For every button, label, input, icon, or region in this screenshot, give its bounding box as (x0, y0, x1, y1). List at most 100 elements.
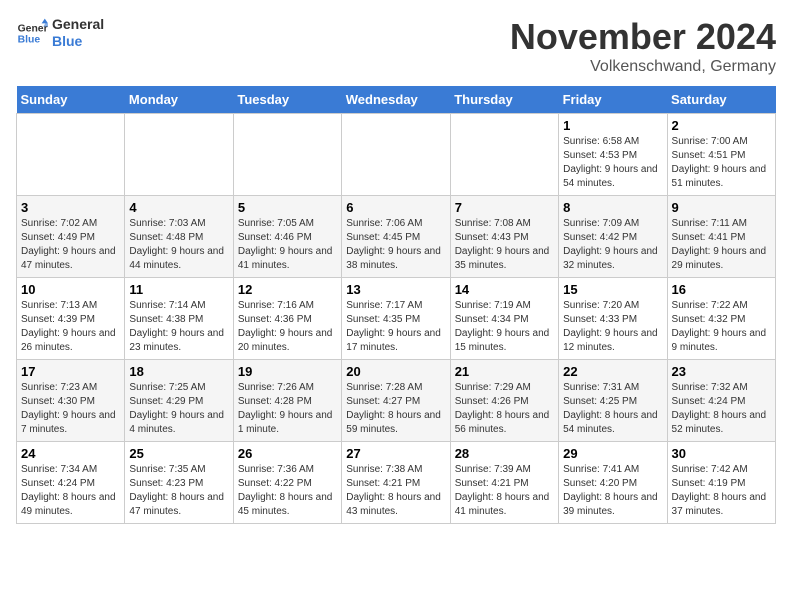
day-number: 23 (672, 364, 771, 379)
calendar-cell: 26 Sunrise: 7:36 AMSunset: 4:22 PMDayligh… (233, 442, 341, 524)
day-info: Sunrise: 7:08 AMSunset: 4:43 PMDaylight:… (455, 217, 554, 273)
day-number: 18 (129, 364, 228, 379)
calendar-cell: 10Sunrise: 7:13 AMSunset: 4:39 PMDayligh… (17, 278, 125, 360)
calendar-cell: 16Sunrise: 7:22 AMSunset: 4:32 PMDayligh… (667, 278, 775, 360)
day-info: Sunrise: 7:23 AMSunset: 4:30 PMDaylight:… (21, 381, 120, 437)
calendar-cell: 24 Sunrise: 7:34 AMSunset: 4:24 PMDayligh… (17, 442, 125, 524)
day-number: 12 (238, 282, 337, 297)
title-area: November 2024 Volkenschwand, Germany (510, 16, 776, 76)
day-number: 8 (563, 200, 662, 215)
svg-text:Blue: Blue (18, 34, 41, 45)
day-number: 15 (563, 282, 662, 297)
day-info: Sunrise: 7:34 AMSunset: 4:24 PMDaylight:… (21, 463, 120, 519)
day-info: Sunrise: 6:58 AMSunset: 4:53 PMDaylight:… (563, 135, 662, 191)
day-number: 1 (563, 118, 662, 133)
day-number: 28 (455, 446, 554, 461)
logo-icon: General Blue (16, 17, 48, 49)
day-info: Sunrise: 7:31 AMSunset: 4:25 PMDaylight:… (563, 381, 662, 437)
day-number: 24 (21, 446, 120, 461)
header: General Blue General Blue November 2024 … (16, 16, 776, 76)
day-number: 5 (238, 200, 337, 215)
calendar-week-row: 1 Sunrise: 6:58 AMSunset: 4:53 PMDaylight… (17, 114, 776, 196)
day-number: 14 (455, 282, 554, 297)
calendar-cell: 15Sunrise: 7:20 AMSunset: 4:33 PMDayligh… (559, 278, 667, 360)
day-info: Sunrise: 7:29 AMSunset: 4:26 PMDaylight:… (455, 381, 554, 437)
calendar-cell: 14 Sunrise: 7:19 AMSunset: 4:34 PMDayligh… (450, 278, 558, 360)
day-number: 21 (455, 364, 554, 379)
day-number: 26 (238, 446, 337, 461)
day-header: Saturday (667, 86, 775, 114)
calendar-cell (17, 114, 125, 196)
calendar-cell: 29Sunrise: 7:41 AMSunset: 4:20 PMDayligh… (559, 442, 667, 524)
day-header: Wednesday (342, 86, 450, 114)
day-info: Sunrise: 7:38 AMSunset: 4:21 PMDaylight:… (346, 463, 445, 519)
day-info: Sunrise: 7:32 AMSunset: 4:24 PMDaylight:… (672, 381, 771, 437)
day-info: Sunrise: 7:42 AMSunset: 4:19 PMDaylight:… (672, 463, 771, 519)
day-number: 2 (672, 118, 771, 133)
day-number: 17 (21, 364, 120, 379)
calendar-table: SundayMondayTuesdayWednesdayThursdayFrid… (16, 86, 776, 524)
day-number: 13 (346, 282, 445, 297)
logo-line2: Blue (52, 33, 104, 50)
day-info: Sunrise: 7:25 AMSunset: 4:29 PMDaylight:… (129, 381, 228, 437)
calendar-cell: 20Sunrise: 7:28 AMSunset: 4:27 PMDayligh… (342, 360, 450, 442)
day-info: Sunrise: 7:39 AMSunset: 4:21 PMDaylight:… (455, 463, 554, 519)
day-number: 29 (563, 446, 662, 461)
calendar-cell: 9Sunrise: 7:11 AMSunset: 4:41 PMDaylight… (667, 196, 775, 278)
logo-line1: General (52, 16, 104, 33)
calendar-cell: 17 Sunrise: 7:23 AMSunset: 4:30 PMDayligh… (17, 360, 125, 442)
day-info: Sunrise: 7:19 AMSunset: 4:34 PMDaylight:… (455, 299, 554, 355)
day-number: 6 (346, 200, 445, 215)
day-info: Sunrise: 7:06 AMSunset: 4:45 PMDaylight:… (346, 217, 445, 273)
day-info: Sunrise: 7:09 AMSunset: 4:42 PMDaylight:… (563, 217, 662, 273)
calendar-week-row: 10Sunrise: 7:13 AMSunset: 4:39 PMDayligh… (17, 278, 776, 360)
calendar-cell: 21 Sunrise: 7:29 AMSunset: 4:26 PMDayligh… (450, 360, 558, 442)
day-number: 22 (563, 364, 662, 379)
calendar-cell: 18 Sunrise: 7:25 AMSunset: 4:29 PMDayligh… (125, 360, 233, 442)
header-row: SundayMondayTuesdayWednesdayThursdayFrid… (17, 86, 776, 114)
day-number: 9 (672, 200, 771, 215)
day-header: Friday (559, 86, 667, 114)
day-info: Sunrise: 7:05 AMSunset: 4:46 PMDaylight:… (238, 217, 337, 273)
calendar-week-row: 17 Sunrise: 7:23 AMSunset: 4:30 PMDayligh… (17, 360, 776, 442)
calendar-cell: 1 Sunrise: 6:58 AMSunset: 4:53 PMDaylight… (559, 114, 667, 196)
day-number: 7 (455, 200, 554, 215)
calendar-cell (450, 114, 558, 196)
day-header: Sunday (17, 86, 125, 114)
calendar-cell: 7 Sunrise: 7:08 AMSunset: 4:43 PMDaylight… (450, 196, 558, 278)
calendar-cell: 25 Sunrise: 7:35 AMSunset: 4:23 PMDayligh… (125, 442, 233, 524)
calendar-week-row: 24 Sunrise: 7:34 AMSunset: 4:24 PMDayligh… (17, 442, 776, 524)
day-info: Sunrise: 7:36 AMSunset: 4:22 PMDaylight:… (238, 463, 337, 519)
calendar-cell: 2Sunrise: 7:00 AMSunset: 4:51 PMDaylight… (667, 114, 775, 196)
day-header: Monday (125, 86, 233, 114)
calendar-cell: 6 Sunrise: 7:06 AMSunset: 4:45 PMDaylight… (342, 196, 450, 278)
calendar-cell: 13 Sunrise: 7:17 AMSunset: 4:35 PMDayligh… (342, 278, 450, 360)
calendar-cell: 27Sunrise: 7:38 AMSunset: 4:21 PMDayligh… (342, 442, 450, 524)
calendar-cell: 11Sunrise: 7:14 AMSunset: 4:38 PMDayligh… (125, 278, 233, 360)
calendar-cell: 19Sunrise: 7:26 AMSunset: 4:28 PMDayligh… (233, 360, 341, 442)
day-info: Sunrise: 7:13 AMSunset: 4:39 PMDaylight:… (21, 299, 120, 355)
calendar-cell: 12 Sunrise: 7:16 AMSunset: 4:36 PMDayligh… (233, 278, 341, 360)
calendar-cell: 8 Sunrise: 7:09 AMSunset: 4:42 PMDaylight… (559, 196, 667, 278)
day-info: Sunrise: 7:17 AMSunset: 4:35 PMDaylight:… (346, 299, 445, 355)
day-info: Sunrise: 7:35 AMSunset: 4:23 PMDaylight:… (129, 463, 228, 519)
day-number: 4 (129, 200, 228, 215)
day-info: Sunrise: 7:26 AMSunset: 4:28 PMDaylight:… (238, 381, 337, 437)
day-number: 25 (129, 446, 228, 461)
day-header: Thursday (450, 86, 558, 114)
day-info: Sunrise: 7:28 AMSunset: 4:27 PMDaylight:… (346, 381, 445, 437)
day-number: 3 (21, 200, 120, 215)
calendar-cell: 3Sunrise: 7:02 AMSunset: 4:49 PMDaylight… (17, 196, 125, 278)
calendar-cell: 5 Sunrise: 7:05 AMSunset: 4:46 PMDaylight… (233, 196, 341, 278)
calendar-cell: 23 Sunrise: 7:32 AMSunset: 4:24 PMDayligh… (667, 360, 775, 442)
calendar-cell: 28 Sunrise: 7:39 AMSunset: 4:21 PMDayligh… (450, 442, 558, 524)
day-info: Sunrise: 7:16 AMSunset: 4:36 PMDaylight:… (238, 299, 337, 355)
day-info: Sunrise: 7:14 AMSunset: 4:38 PMDaylight:… (129, 299, 228, 355)
calendar-cell: 22 Sunrise: 7:31 AMSunset: 4:25 PMDayligh… (559, 360, 667, 442)
day-number: 16 (672, 282, 771, 297)
calendar-cell: 4Sunrise: 7:03 AMSunset: 4:48 PMDaylight… (125, 196, 233, 278)
calendar-week-row: 3Sunrise: 7:02 AMSunset: 4:49 PMDaylight… (17, 196, 776, 278)
calendar-cell (342, 114, 450, 196)
svg-text:General: General (18, 23, 48, 34)
location: Volkenschwand, Germany (510, 58, 776, 76)
